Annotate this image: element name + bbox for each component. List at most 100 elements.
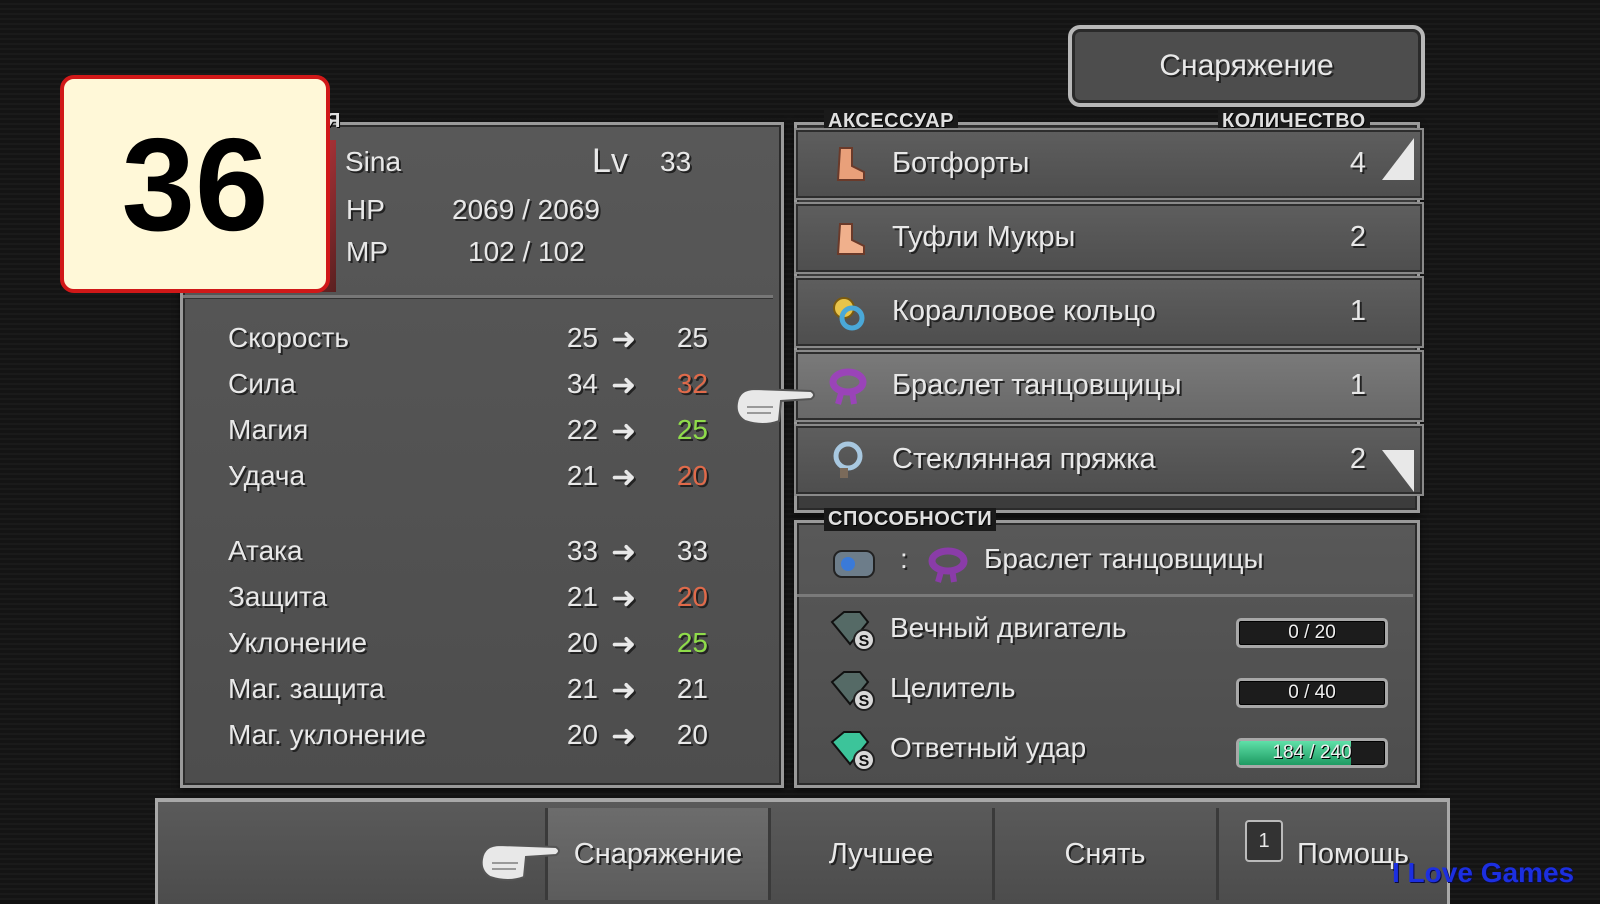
hp-label: HP bbox=[346, 194, 385, 225]
item-row[interactable]: Коралловое кольцо 1 bbox=[794, 276, 1424, 348]
stat-current-value: 21 bbox=[566, 673, 598, 704]
channel-watermark: I Love Games bbox=[1392, 857, 1575, 888]
ap-progress-text: 0 / 20 bbox=[1288, 622, 1336, 643]
item-name: Коралловое кольцо bbox=[892, 295, 1156, 327]
item-quantity: 1 bbox=[1349, 295, 1366, 327]
ability-name: Ответный удар bbox=[890, 732, 1087, 763]
item-row[interactable]: Туфли Мукры 2 bbox=[794, 202, 1424, 274]
item-name: Ботфорты bbox=[892, 147, 1030, 179]
stat-current-value: 20 bbox=[566, 627, 598, 658]
stat-label: Магия bbox=[228, 414, 309, 445]
ap-progress-bar: 0 / 40 bbox=[1236, 678, 1388, 708]
stat-current-value: 20 bbox=[566, 719, 598, 750]
stat-label: Атака bbox=[228, 535, 303, 566]
equip-command[interactable]: Снаряжение bbox=[545, 808, 768, 900]
arrow-right-icon: ➜ bbox=[611, 582, 637, 615]
stat-row: Сила 34 ➜ 32 bbox=[228, 368, 748, 408]
arrow-right-icon: ➜ bbox=[611, 674, 637, 707]
item-name: Стеклянная пряжка bbox=[892, 443, 1156, 475]
stat-label: Удача bbox=[228, 460, 306, 491]
stat-new-value: 33 bbox=[676, 535, 708, 566]
ability-source-item: Браслет танцовщицы bbox=[984, 543, 1264, 574]
stat-current-value: 21 bbox=[566, 581, 598, 612]
remove-command[interactable]: Снять bbox=[992, 808, 1215, 900]
command-label: Лучшее bbox=[828, 837, 934, 870]
character-name: Sina bbox=[345, 146, 402, 177]
bracelet-icon bbox=[828, 366, 868, 406]
mp-value: 102 / 102 bbox=[468, 236, 585, 267]
arrow-right-icon: ➜ bbox=[611, 461, 637, 494]
stat-new-value: 20 bbox=[676, 719, 708, 750]
stat-current-value: 21 bbox=[566, 460, 598, 491]
stat-label: Маг. уклонение bbox=[228, 719, 427, 750]
ap-progress-bar: 0 / 20 bbox=[1236, 618, 1388, 648]
item-name: Браслет танцовщицы bbox=[892, 369, 1182, 401]
arrow-right-icon: ➜ bbox=[611, 323, 637, 356]
stat-row: Удача 21 ➜ 20 bbox=[228, 460, 748, 500]
buckle-icon bbox=[828, 440, 868, 480]
episode-badge: 36 bbox=[60, 75, 330, 293]
level-label: Lv bbox=[592, 142, 628, 180]
stats-divider bbox=[183, 295, 773, 298]
ability-name: Целитель bbox=[890, 672, 1016, 703]
mp-label: MP bbox=[346, 236, 388, 267]
arrow-right-icon: ➜ bbox=[611, 536, 637, 569]
shoe-icon bbox=[828, 218, 868, 258]
scroll-up-arrow[interactable] bbox=[1382, 138, 1414, 180]
item-row[interactable]: Ботфорты 4 bbox=[794, 128, 1424, 200]
glove-icon bbox=[833, 550, 875, 578]
ability-divider bbox=[797, 594, 1413, 597]
scroll-down-arrow[interactable] bbox=[1382, 450, 1414, 492]
ring-icon bbox=[828, 292, 868, 332]
arrow-right-icon: ➜ bbox=[611, 415, 637, 448]
ap-progress-text: 0 / 40 bbox=[1288, 682, 1336, 703]
svg-text:S: S bbox=[859, 693, 870, 710]
svg-text:S: S bbox=[859, 753, 870, 770]
ap-progress-text: 184 / 240 bbox=[1272, 742, 1352, 763]
arrow-right-icon: ➜ bbox=[611, 628, 637, 661]
stat-current-value: 22 bbox=[566, 414, 598, 445]
stat-new-value: 25 bbox=[676, 627, 708, 658]
stat-row: Атака 33 ➜ 33 bbox=[228, 535, 748, 575]
optimum-command[interactable]: Лучшее bbox=[768, 808, 991, 900]
stat-label: Защита bbox=[228, 581, 328, 612]
stat-label: Уклонение bbox=[228, 627, 368, 658]
stat-row: Магия 22 ➜ 25 bbox=[228, 414, 748, 454]
item-row[interactable]: Браслет танцовщицы 1 bbox=[794, 350, 1424, 422]
stat-row: Маг. уклонение 20 ➜ 20 bbox=[228, 719, 748, 759]
stat-current-value: 34 bbox=[566, 368, 598, 399]
item-quantity: 2 bbox=[1349, 443, 1366, 475]
stat-current-value: 25 bbox=[566, 322, 598, 353]
stat-new-value: 25 bbox=[676, 414, 708, 445]
arrow-right-icon: ➜ bbox=[611, 720, 637, 753]
stat-new-value: 21 bbox=[676, 673, 708, 704]
arrow-right-icon: ➜ bbox=[611, 369, 637, 402]
stat-new-value: 25 bbox=[676, 322, 708, 353]
support-ability-gem-icon: S bbox=[828, 668, 876, 712]
stat-row: Уклонение 20 ➜ 25 bbox=[228, 627, 748, 667]
stat-current-value: 33 bbox=[566, 535, 598, 566]
help-key-badge: 1 bbox=[1245, 820, 1283, 862]
bracelet-icon bbox=[928, 547, 968, 583]
item-name: Туфли Мукры bbox=[892, 221, 1076, 253]
stat-row: Скорость 25 ➜ 25 bbox=[228, 322, 748, 362]
stat-row: Маг. защита 21 ➜ 21 bbox=[228, 673, 748, 713]
item-quantity: 4 bbox=[1349, 147, 1366, 179]
ap-progress-bar: 184 / 240 bbox=[1236, 738, 1388, 768]
stat-row: Защита 21 ➜ 20 bbox=[228, 581, 748, 621]
level-value: 33 bbox=[660, 146, 692, 177]
command-label: Снять bbox=[1064, 837, 1146, 870]
item-quantity: 2 bbox=[1349, 221, 1366, 253]
stat-new-value: 20 bbox=[676, 581, 708, 612]
hp-value: 2069 / 2069 bbox=[452, 194, 600, 225]
menu-title: Снаряжение bbox=[1068, 25, 1425, 107]
stat-new-value: 32 bbox=[676, 368, 708, 399]
stat-label: Сила bbox=[228, 368, 296, 399]
hand-cursor-icon bbox=[735, 387, 815, 425]
item-row[interactable]: Стеклянная пряжка 2 bbox=[794, 424, 1424, 496]
command-label: Снаряжение bbox=[573, 837, 743, 870]
svg-text:S: S bbox=[859, 633, 870, 650]
command-hand-cursor-icon bbox=[480, 843, 560, 881]
ability-name: Вечный двигатель bbox=[890, 612, 1127, 643]
boot-icon bbox=[828, 144, 868, 184]
